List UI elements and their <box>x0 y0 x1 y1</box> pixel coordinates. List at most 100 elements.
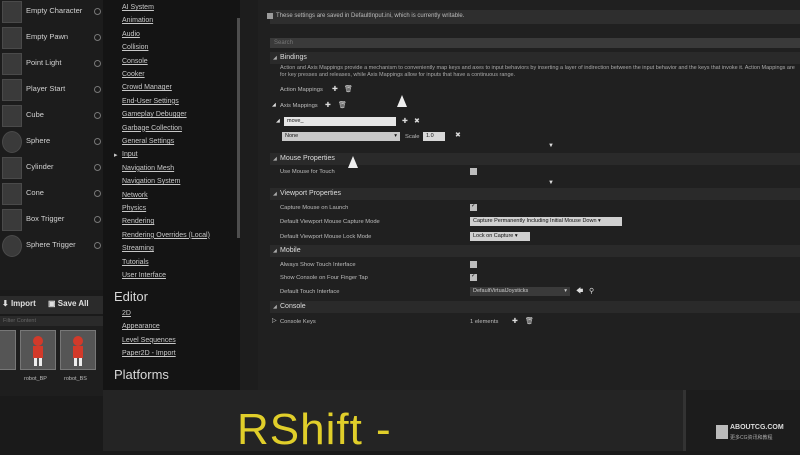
always-show-touch-checkbox[interactable] <box>470 261 477 268</box>
expand-arrow-icon[interactable]: ◢ <box>276 118 280 124</box>
category-item-input[interactable]: Input <box>122 151 138 158</box>
category-item-cooker[interactable]: Cooker <box>122 71 145 78</box>
category-item-level-sequences[interactable]: Level Sequences <box>122 337 176 344</box>
category-item-rendering[interactable]: Rendering <box>122 218 154 225</box>
actor-item-box-trigger[interactable]: Box Trigger <box>0 208 103 234</box>
category-item-general-settings[interactable]: General Settings <box>122 138 174 145</box>
chevron-down-icon: ▾ <box>394 133 397 139</box>
asset-tile-robot-bp[interactable] <box>20 330 56 370</box>
category-item-appearance[interactable]: Appearance <box>122 323 160 330</box>
category-item-streaming[interactable]: Streaming <box>122 245 154 252</box>
axis-mappings-row: ◢ Axis Mappings ✚ 🗑 <box>270 99 800 112</box>
category-item-2d[interactable]: 2D <box>122 310 131 317</box>
info-icon[interactable] <box>94 112 101 119</box>
trash-icon[interactable]: 🗑 <box>338 101 347 109</box>
actor-item-label: Box Trigger <box>26 214 65 223</box>
trash-icon[interactable]: 🗑 <box>525 317 534 325</box>
mouse-pointer-icon <box>397 95 407 107</box>
asset-tile-robot-bs[interactable] <box>60 330 96 370</box>
info-icon[interactable] <box>94 86 101 93</box>
category-item-garbage-collection[interactable]: Garbage Collection <box>122 125 182 132</box>
info-icon[interactable] <box>94 190 101 197</box>
watermark: ABOUTCG.COM 更多CG资讯和教程 <box>716 424 800 444</box>
content-filter-input[interactable]: Filter Content <box>0 316 103 326</box>
axis-name-input[interactable]: move_ <box>284 117 396 126</box>
show-console-checkbox[interactable] <box>470 272 477 281</box>
expand-more-icon[interactable]: ▼ <box>548 180 554 186</box>
delete-icon[interactable]: ✖ <box>414 117 420 125</box>
add-icon[interactable]: ✚ <box>512 317 518 325</box>
place-actors-panel: Empty Character Empty Pawn Point Light P… <box>0 0 103 290</box>
category-item-crowd-manager[interactable]: Crowd Manager <box>122 84 172 91</box>
viewport-properties-section-header[interactable]: ◢ Viewport Properties <box>270 188 800 200</box>
settings-search-input[interactable]: Search <box>270 38 800 48</box>
info-icon[interactable] <box>94 242 101 249</box>
expand-arrow-icon[interactable]: ◢ <box>272 102 276 108</box>
expand-arrow-icon[interactable]: ▷ <box>272 317 277 324</box>
category-item-ai-system[interactable]: AI System <box>122 4 154 11</box>
actor-item-empty-pawn[interactable]: Empty Pawn <box>0 26 103 52</box>
capture-mouse-checkbox[interactable] <box>470 202 477 211</box>
mobile-section-header[interactable]: ◢ Mobile <box>270 245 800 257</box>
capture-mode-value: Capture Permanently Including Initial Mo… <box>473 218 597 224</box>
trash-icon[interactable]: 🗑 <box>344 85 353 93</box>
category-item-tutorials[interactable]: Tutorials <box>122 259 149 266</box>
key-select[interactable]: None ▾ <box>282 132 400 141</box>
import-button[interactable]: ⬇ Import <box>2 299 36 308</box>
actor-item-cube[interactable]: Cube <box>0 104 103 130</box>
category-item-gameplay-debugger[interactable]: Gameplay Debugger <box>122 111 187 118</box>
touch-interface-row: Default Touch Interface DefaultVirtualJo… <box>270 285 800 298</box>
content-browser-toolbar: ⬇ Import ▣ Save All <box>0 296 103 314</box>
scale-input[interactable]: 1.0 <box>423 132 445 141</box>
collapse-arrow-icon: ◢ <box>273 248 277 254</box>
console-section-header[interactable]: ◢ Console <box>270 301 800 313</box>
actor-item-sphere[interactable]: Sphere <box>0 130 103 156</box>
empty-pawn-icon <box>2 27 22 49</box>
info-icon[interactable] <box>94 34 101 41</box>
category-item-audio[interactable]: Audio <box>122 31 140 38</box>
actor-item-empty-character[interactable]: Empty Character <box>0 0 103 26</box>
category-item-user-interface[interactable]: User Interface <box>122 272 166 279</box>
category-item-physics[interactable]: Physics <box>122 205 146 212</box>
add-icon[interactable]: ✚ <box>332 85 338 93</box>
save-all-button[interactable]: ▣ Save All <box>48 299 89 308</box>
actor-item-player-start[interactable]: Player Start <box>0 78 103 104</box>
expand-more-icon[interactable]: ▼ <box>548 143 554 149</box>
add-icon[interactable]: ✚ <box>402 117 408 125</box>
bindings-section-header[interactable]: ◢ Bindings <box>270 52 800 64</box>
delete-icon[interactable]: ✖ <box>455 131 461 139</box>
category-heading-platforms[interactable]: Platforms <box>114 367 169 382</box>
info-icon[interactable] <box>94 216 101 223</box>
actor-item-sphere-trigger[interactable]: Sphere Trigger <box>0 234 103 260</box>
arrow-left-icon[interactable]: 🡄 <box>576 287 583 298</box>
actor-item-cylinder[interactable]: Cylinder <box>0 156 103 182</box>
category-item-console[interactable]: Console <box>122 58 148 65</box>
capture-mode-select[interactable]: Capture Permanently Including Initial Mo… <box>470 217 622 226</box>
asset-tile[interactable] <box>0 330 16 370</box>
asset-label: robot_BS <box>64 376 87 382</box>
panel-divider[interactable] <box>240 0 258 390</box>
category-item-rendering-overrides-local[interactable]: Rendering Overrides (Local) <box>122 232 210 239</box>
category-item-network[interactable]: Network <box>122 192 148 199</box>
info-icon[interactable] <box>94 138 101 145</box>
category-item-navigation-mesh[interactable]: Navigation Mesh <box>122 165 174 172</box>
always-show-touch-label: Always Show Touch Interface <box>280 262 356 268</box>
category-item-paper2d-import[interactable]: Paper2D - Import <box>122 350 176 357</box>
actor-item-label: Empty Character <box>26 6 83 15</box>
touch-interface-select[interactable]: DefaultVirtualJoysticks ▾ <box>470 287 570 296</box>
info-icon[interactable] <box>94 164 101 171</box>
actor-item-cone[interactable]: Cone <box>0 182 103 208</box>
category-item-animation[interactable]: Animation <box>122 17 153 24</box>
config-notice-text: These settings are saved in DefaultInput… <box>276 13 465 19</box>
category-item-navigation-system[interactable]: Navigation System <box>122 178 180 185</box>
add-icon[interactable]: ✚ <box>325 101 331 109</box>
lock-mode-select[interactable]: Lock on Capture ▾ <box>470 232 530 241</box>
browse-icon[interactable]: ⚲ <box>589 287 594 295</box>
actor-item-point-light[interactable]: Point Light <box>0 52 103 78</box>
info-icon[interactable] <box>94 60 101 67</box>
category-item-collision[interactable]: Collision <box>122 44 148 51</box>
info-icon[interactable] <box>94 8 101 15</box>
use-mouse-for-touch-checkbox[interactable] <box>470 168 477 175</box>
category-heading-editor[interactable]: Editor <box>114 289 148 304</box>
category-item-end-user-settings[interactable]: End-User Settings <box>122 98 179 105</box>
